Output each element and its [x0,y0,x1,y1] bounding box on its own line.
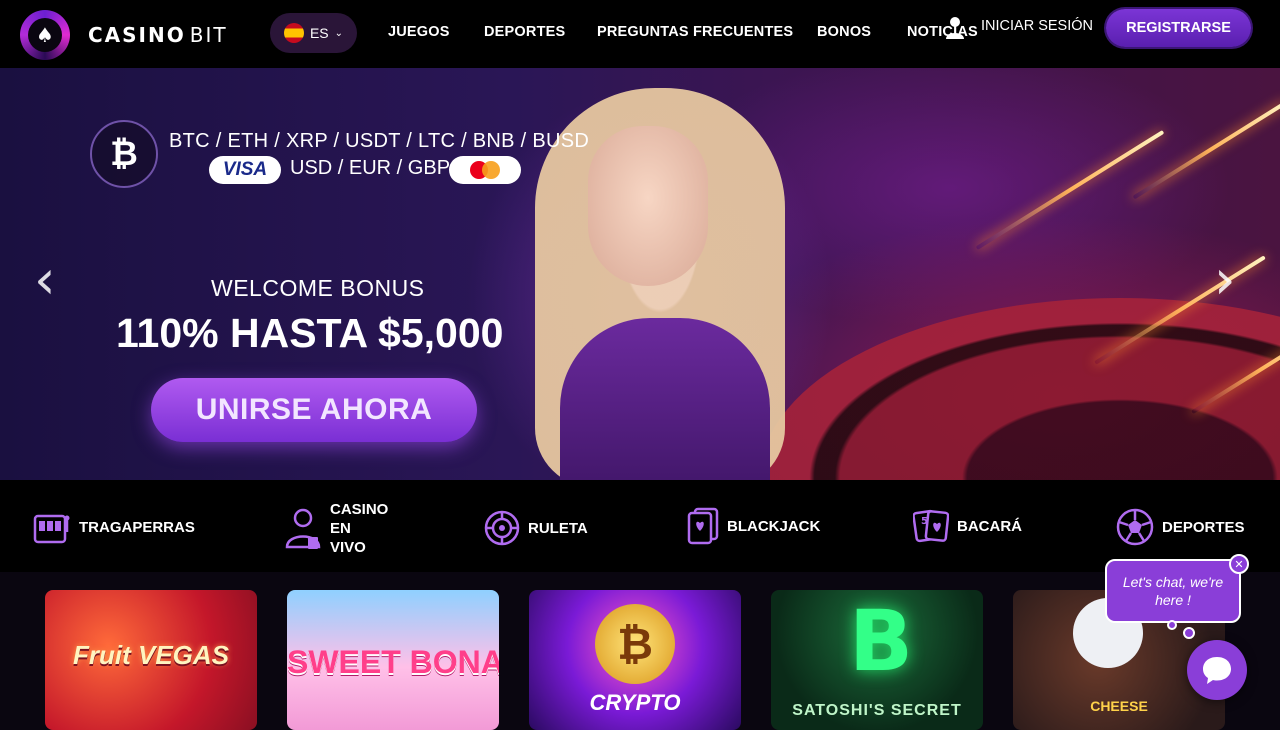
category-tragaperras[interactable]: TRAGAPERRAS [33,510,195,544]
nav-deportes[interactable]: DEPORTES [484,24,565,40]
game-symbol: B [849,592,914,690]
svg-text:5: 5 [921,516,928,527]
nav-bonos[interactable]: BONOS [817,24,871,40]
welcome-bonus-label: WELCOME BONUS [211,275,425,301]
light-streak [975,130,1165,250]
category-label: CASINO EN VIVO [330,501,389,556]
nav-noticias[interactable]: NOTICIAS [907,24,978,40]
language-code: ES [309,25,329,41]
baccarat-cards-icon: 5 [913,509,949,543]
model-dress [560,318,770,480]
bitcoin-coin-icon: ₿ [595,604,675,684]
game-tile-satoshis-secret[interactable]: B SATOSHI'S SECRET [771,590,983,730]
chevron-down-icon: ⌄ [334,27,344,39]
brand-name: CASINO [88,23,186,47]
category-casino-en-vivo[interactable]: CASINO EN VIVO [284,500,388,557]
hero-banner: ₿ BTC / ETH / XRP / USDT / LTC / BNB / B… [0,68,1280,480]
game-title: Fruit VEGAS [72,640,229,670]
spade-logo-icon: ♠ [20,10,70,60]
nav-juegos[interactable]: JUEGOS [388,24,450,40]
crypto-currencies: BTC / ETH / XRP / USDT / LTC / BNB / BUS… [169,130,590,152]
visa-logo: VISA [209,156,281,184]
bitcoin-icon: ₿ [90,120,158,188]
game-title: CRYPTO [589,690,681,715]
chat-bubble-dot [1183,627,1195,639]
mastercard-logo [449,156,521,184]
chat-greeting-bubble[interactable]: Let's chat, we're here ! [1105,559,1241,623]
chat-icon [1203,657,1231,684]
chat-bubble-dot [1167,620,1177,630]
category-label: BLACKJACK [727,517,821,535]
fiat-currencies: USD / EUR / GBP [290,157,451,179]
roulette-icon [484,510,520,546]
model-face [588,126,708,286]
chevron-right-icon[interactable]: › [1214,248,1236,311]
game-tile-sweet-bonanza[interactable]: SWEET BONANZA [287,590,499,730]
category-label: TRAGAPERRAS [79,518,195,536]
category-label: RULETA [528,519,588,537]
game-tile-fruit-vegas[interactable]: Fruit VEGAS [45,590,257,730]
cards-icon [687,507,719,545]
roulette-wheel-art [760,298,1280,480]
category-bar: TRAGAPERRAS CASINO EN VIVO RULETA BLACKJ… [0,480,1280,572]
close-icon[interactable]: ✕ [1229,554,1249,574]
live-dealer-icon [285,508,321,549]
bonus-amount: 110% HASTA $5,000 [116,310,504,356]
user-icon[interactable] [944,16,966,40]
category-bacara[interactable]: 5 BACARÁ [913,508,1022,544]
game-title: SWEET BONANZA [287,644,499,680]
brand-suffix: BIT [189,23,228,47]
category-blackjack[interactable]: BLACKJACK [687,507,820,545]
category-deportes[interactable]: DEPORTES [1116,508,1245,546]
spain-flag-icon [283,23,304,43]
chevron-left-icon[interactable]: ‹ [34,248,56,311]
category-label: DEPORTES [1162,518,1245,536]
chat-launcher-button[interactable] [1187,640,1247,700]
game-title: CHEESE [1090,698,1148,714]
light-streak [1132,100,1280,200]
language-selector[interactable]: ES ⌄ [270,13,357,53]
nav-preguntas-frecuentes[interactable]: PREGUNTAS FRECUENTES [597,24,793,40]
slot-machine-icon [33,514,70,544]
game-title: SATOSHI'S SECRET [792,702,962,719]
register-button[interactable]: REGISTRARSE [1106,9,1251,47]
site-header: ♠ CASINO BIT ES ⌄ JUEGOS DEPORTES PREGUNT… [0,0,1280,68]
join-now-button[interactable]: UNIRSE AHORA [151,378,477,442]
game-tile-crypto[interactable]: ₿ CRYPTO [529,590,741,730]
login-link[interactable]: INICIAR SESIÓN [981,18,1093,34]
category-ruleta[interactable]: RULETA [484,510,588,546]
brand-logo[interactable]: ♠ CASINO BIT [20,10,228,60]
category-label: BACARÁ [957,517,1022,535]
soccer-ball-icon [1116,508,1154,546]
